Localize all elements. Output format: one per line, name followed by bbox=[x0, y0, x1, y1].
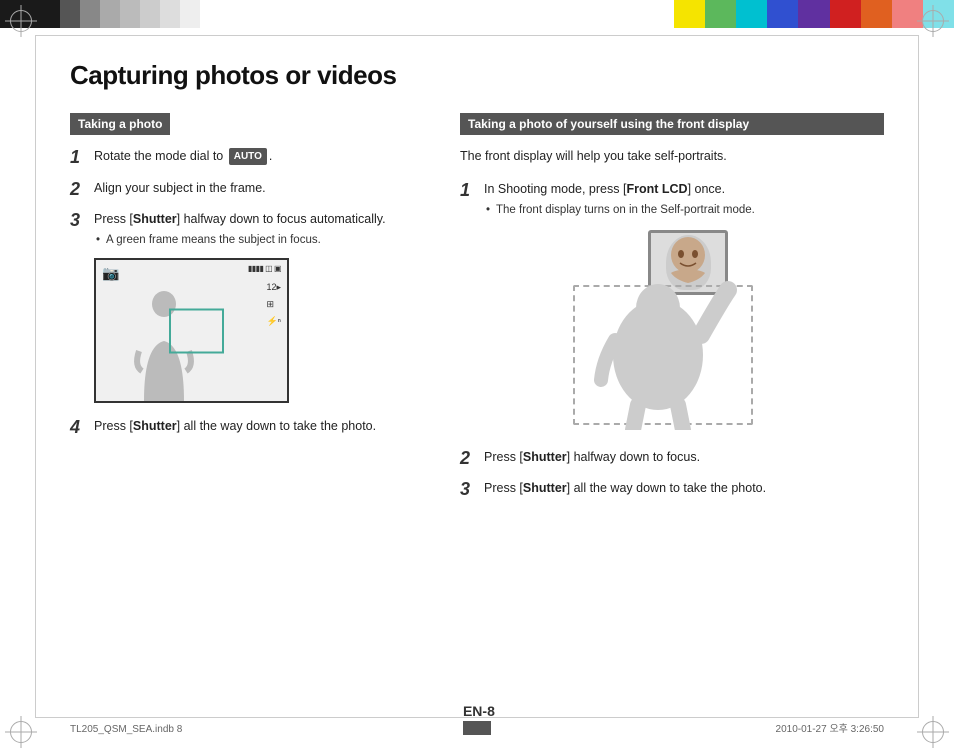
right-step-number-3: 3 bbox=[460, 479, 478, 501]
right-step-1-bullet: The front display turns on in the Self-p… bbox=[484, 202, 755, 218]
two-column-layout: Taking a photo 1 Rotate the mode dial to… bbox=[70, 113, 884, 511]
page-number: EN-8 bbox=[463, 703, 495, 719]
right-step-3-text: Press [Shutter] all the way down to take… bbox=[484, 479, 766, 498]
step-number-4: 4 bbox=[70, 417, 88, 439]
right-step-2: 2 Press [Shutter] halfway down to focus. bbox=[460, 448, 884, 470]
step-number-1: 1 bbox=[70, 147, 88, 169]
self-portrait-person-silhouette bbox=[573, 270, 753, 430]
color-swatch-blue bbox=[767, 0, 798, 28]
step-1-text: Rotate the mode dial to AUTO. bbox=[94, 147, 272, 166]
color-swatch-cyan bbox=[736, 0, 767, 28]
step-4-text: Press [Shutter] all the way down to take… bbox=[94, 417, 376, 436]
color-swatch-purple bbox=[798, 0, 829, 28]
vf-right-icons: 12▸ ⊞ ⚡ⁿ bbox=[266, 282, 281, 327]
color-swatch-green bbox=[705, 0, 736, 28]
vf-status-bar: ▮▮▮▮ ◫ ▣ bbox=[248, 264, 281, 273]
intro-text: The front display will help you take sel… bbox=[460, 147, 884, 166]
self-portrait-illustration bbox=[460, 230, 884, 430]
page-title: Capturing photos or videos bbox=[70, 60, 884, 91]
grayscale-bar bbox=[0, 0, 260, 28]
step-number-2: 2 bbox=[70, 179, 88, 201]
color-swatch-gray7 bbox=[180, 0, 200, 28]
right-step-1: 1 In Shooting mode, press [Front LCD] on… bbox=[460, 180, 884, 218]
step-3-bullet: A green frame means the subject in focus… bbox=[94, 232, 386, 248]
left-section-header: Taking a photo bbox=[70, 113, 170, 135]
registration-mark-tr bbox=[916, 4, 950, 38]
page-number-bar bbox=[463, 721, 491, 735]
focus-frame bbox=[169, 308, 224, 353]
camera-icon: 📷 bbox=[102, 265, 119, 282]
left-step-2: 2 Align your subject in the frame. bbox=[70, 179, 430, 201]
color-bar bbox=[0, 0, 954, 28]
battery-indicator: ▮▮▮▮ ◫ ▣ bbox=[248, 264, 281, 273]
right-step-3: 3 Press [Shutter] all the way down to ta… bbox=[460, 479, 884, 501]
left-step-1: 1 Rotate the mode dial to AUTO. bbox=[70, 147, 430, 169]
left-column: Taking a photo 1 Rotate the mode dial to… bbox=[70, 113, 430, 449]
color-swatch-gray4 bbox=[120, 0, 140, 28]
color-swatch-red bbox=[830, 0, 861, 28]
color-swatch-gray5 bbox=[140, 0, 160, 28]
auto-badge: AUTO bbox=[229, 148, 267, 165]
step-2-text: Align your subject in the frame. bbox=[94, 179, 266, 198]
color-swatch-gray3 bbox=[100, 0, 120, 28]
color-swatch-yellow bbox=[674, 0, 705, 28]
right-section-header: Taking a photo of yourself using the fro… bbox=[460, 113, 884, 135]
right-step-number-1: 1 bbox=[460, 180, 478, 202]
left-step-3: 3 Press [Shutter] halfway down to focus … bbox=[70, 210, 430, 248]
footer-filename: TL205_QSM_SEA.indb 8 bbox=[70, 724, 182, 735]
camera-viewfinder-illustration: 📷 ▮▮▮▮ ◫ ▣ 12▸ ⊞ ⚡ⁿ bbox=[94, 258, 289, 403]
right-step-1-text: In Shooting mode, press [Front LCD] once… bbox=[484, 182, 725, 196]
vf-icon-resolution: 12▸ bbox=[266, 282, 281, 293]
right-step-number-2: 2 bbox=[460, 448, 478, 470]
left-step-4: 4 Press [Shutter] all the way down to ta… bbox=[70, 417, 430, 439]
color-swatch-orange bbox=[861, 0, 892, 28]
footer-timestamp: 2010-01-27 오후 3:26:50 bbox=[776, 720, 884, 735]
color-spectrum-bar bbox=[674, 0, 954, 28]
vf-icon-quality: ⊞ bbox=[266, 299, 281, 310]
registration-mark-tl bbox=[4, 4, 38, 38]
right-step-2-text: Press [Shutter] halfway down to focus. bbox=[484, 448, 700, 467]
page-footer: TL205_QSM_SEA.indb 8 EN-8 2010-01-27 오후 … bbox=[0, 703, 954, 735]
step-3-text: Press [Shutter] halfway down to focus au… bbox=[94, 212, 386, 226]
color-swatch-gray6 bbox=[160, 0, 180, 28]
step-number-3: 3 bbox=[70, 210, 88, 232]
right-column: Taking a photo of yourself using the fro… bbox=[460, 113, 884, 511]
vf-icon-flash: ⚡ⁿ bbox=[266, 316, 281, 327]
color-swatch-gray1 bbox=[60, 0, 80, 28]
page-number-block: EN-8 bbox=[463, 703, 495, 735]
page-content: Capturing photos or videos Taking a phot… bbox=[70, 60, 884, 693]
color-swatch-white bbox=[200, 0, 260, 28]
color-swatch-gray2 bbox=[80, 0, 100, 28]
